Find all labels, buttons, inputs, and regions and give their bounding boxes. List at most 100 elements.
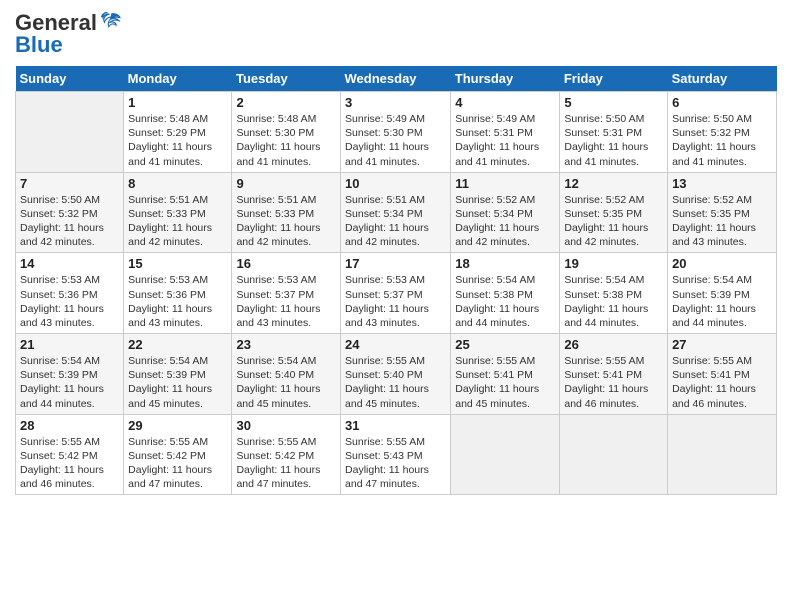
page: General Blue SundayMondayTuesdayWednesda… xyxy=(0,0,792,505)
day-number: 4 xyxy=(455,95,555,110)
calendar-cell: 27 Sunrise: 5:55 AM Sunset: 5:41 PM Dayli… xyxy=(668,334,777,415)
day-number: 29 xyxy=(128,418,227,433)
calendar-cell xyxy=(668,414,777,495)
day-info: Sunrise: 5:50 AM Sunset: 5:32 PM Dayligh… xyxy=(20,193,119,250)
calendar-cell: 6Sunrise: 5:50 AM Sunset: 5:32 PM Daylig… xyxy=(668,92,777,173)
day-info: Sunrise: 5:48 AM Sunset: 5:29 PM Dayligh… xyxy=(128,112,227,169)
header-saturday: Saturday xyxy=(668,66,777,92)
day-info: Sunrise: 5:49 AM Sunset: 5:31 PM Dayligh… xyxy=(455,112,555,169)
day-info: Sunrise: 5:52 AM Sunset: 5:35 PM Dayligh… xyxy=(564,193,663,250)
day-number: 2 xyxy=(236,95,336,110)
day-info: Sunrise: 5:53 AM Sunset: 5:37 PM Dayligh… xyxy=(236,273,336,330)
day-number: 8 xyxy=(128,176,227,191)
calendar-cell: 30 Sunrise: 5:55 AM Sunset: 5:42 PM Dayli… xyxy=(232,414,341,495)
day-info: Sunrise: 5:50 AM Sunset: 5:31 PM Dayligh… xyxy=(564,112,663,169)
calendar-cell xyxy=(16,92,124,173)
calendar-cell: 25Sunrise: 5:55 AM Sunset: 5:41 PM Dayli… xyxy=(451,334,560,415)
day-info: Sunrise: 5:52 AM Sunset: 5:35 PM Dayligh… xyxy=(672,193,772,250)
day-number: 9 xyxy=(236,176,336,191)
header-thursday: Thursday xyxy=(451,66,560,92)
day-number: 5 xyxy=(564,95,663,110)
day-info: Sunrise: 5:51 AM Sunset: 5:33 PM Dayligh… xyxy=(128,193,227,250)
day-info: Sunrise: 5:55 AM Sunset: 5:41 PM Dayligh… xyxy=(564,354,663,411)
calendar-cell: 31 Sunrise: 5:55 AM Sunset: 5:43 PM Dayli… xyxy=(341,414,451,495)
calendar-cell: 20 Sunrise: 5:54 AM Sunset: 5:39 PM Dayli… xyxy=(668,253,777,334)
calendar-cell: 5 Sunrise: 5:50 AM Sunset: 5:31 PM Daylig… xyxy=(560,92,668,173)
calendar-cell: 23Sunrise: 5:54 AM Sunset: 5:40 PM Dayli… xyxy=(232,334,341,415)
day-number: 22 xyxy=(128,337,227,352)
day-info: Sunrise: 5:49 AM Sunset: 5:30 PM Dayligh… xyxy=(345,112,446,169)
calendar-week-3: 21 Sunrise: 5:54 AM Sunset: 5:39 PM Dayli… xyxy=(16,334,777,415)
day-info: Sunrise: 5:55 AM Sunset: 5:41 PM Dayligh… xyxy=(672,354,772,411)
calendar-cell: 22 Sunrise: 5:54 AM Sunset: 5:39 PM Dayli… xyxy=(124,334,232,415)
calendar-cell: 13 Sunrise: 5:52 AM Sunset: 5:35 PM Dayli… xyxy=(668,172,777,253)
calendar-cell: 4 Sunrise: 5:49 AM Sunset: 5:31 PM Daylig… xyxy=(451,92,560,173)
day-info: Sunrise: 5:55 AM Sunset: 5:41 PM Dayligh… xyxy=(455,354,555,411)
calendar-cell: 26Sunrise: 5:55 AM Sunset: 5:41 PM Dayli… xyxy=(560,334,668,415)
day-info: Sunrise: 5:53 AM Sunset: 5:37 PM Dayligh… xyxy=(345,273,446,330)
day-number: 20 xyxy=(672,256,772,271)
day-number: 10 xyxy=(345,176,446,191)
day-number: 14 xyxy=(20,256,119,271)
header-wednesday: Wednesday xyxy=(341,66,451,92)
calendar-cell: 14 Sunrise: 5:53 AM Sunset: 5:36 PM Dayli… xyxy=(16,253,124,334)
day-info: Sunrise: 5:54 AM Sunset: 5:38 PM Dayligh… xyxy=(455,273,555,330)
header-sunday: Sunday xyxy=(16,66,124,92)
day-number: 23 xyxy=(236,337,336,352)
calendar-table: SundayMondayTuesdayWednesdayThursdayFrid… xyxy=(15,66,777,495)
day-info: Sunrise: 5:53 AM Sunset: 5:36 PM Dayligh… xyxy=(128,273,227,330)
day-info: Sunrise: 5:53 AM Sunset: 5:36 PM Dayligh… xyxy=(20,273,119,330)
day-number: 19 xyxy=(564,256,663,271)
day-info: Sunrise: 5:52 AM Sunset: 5:34 PM Dayligh… xyxy=(455,193,555,250)
calendar-cell xyxy=(560,414,668,495)
day-number: 3 xyxy=(345,95,446,110)
header: General Blue xyxy=(15,10,777,58)
day-info: Sunrise: 5:55 AM Sunset: 5:42 PM Dayligh… xyxy=(20,435,119,492)
day-info: Sunrise: 5:54 AM Sunset: 5:39 PM Dayligh… xyxy=(672,273,772,330)
calendar-cell: 18 Sunrise: 5:54 AM Sunset: 5:38 PM Dayli… xyxy=(451,253,560,334)
day-number: 31 xyxy=(345,418,446,433)
day-info: Sunrise: 5:51 AM Sunset: 5:34 PM Dayligh… xyxy=(345,193,446,250)
logo-bird-icon xyxy=(100,12,122,34)
calendar-week-4: 28Sunrise: 5:55 AM Sunset: 5:42 PM Dayli… xyxy=(16,414,777,495)
calendar-week-2: 14 Sunrise: 5:53 AM Sunset: 5:36 PM Dayli… xyxy=(16,253,777,334)
day-number: 30 xyxy=(236,418,336,433)
calendar-cell xyxy=(451,414,560,495)
calendar-cell: 2 Sunrise: 5:48 AM Sunset: 5:30 PM Daylig… xyxy=(232,92,341,173)
calendar-cell: 1 Sunrise: 5:48 AM Sunset: 5:29 PM Daylig… xyxy=(124,92,232,173)
header-friday: Friday xyxy=(560,66,668,92)
logo: General Blue xyxy=(15,10,122,58)
day-number: 13 xyxy=(672,176,772,191)
logo-blue-text: Blue xyxy=(15,32,63,58)
day-number: 1 xyxy=(128,95,227,110)
calendar-cell: 21 Sunrise: 5:54 AM Sunset: 5:39 PM Dayli… xyxy=(16,334,124,415)
day-number: 12 xyxy=(564,176,663,191)
day-number: 24 xyxy=(345,337,446,352)
calendar-cell: 28Sunrise: 5:55 AM Sunset: 5:42 PM Dayli… xyxy=(16,414,124,495)
day-info: Sunrise: 5:55 AM Sunset: 5:42 PM Dayligh… xyxy=(236,435,336,492)
day-number: 27 xyxy=(672,337,772,352)
calendar-cell: 12 Sunrise: 5:52 AM Sunset: 5:35 PM Dayli… xyxy=(560,172,668,253)
day-info: Sunrise: 5:51 AM Sunset: 5:33 PM Dayligh… xyxy=(236,193,336,250)
day-number: 16 xyxy=(236,256,336,271)
day-number: 18 xyxy=(455,256,555,271)
calendar-cell: 19 Sunrise: 5:54 AM Sunset: 5:38 PM Dayli… xyxy=(560,253,668,334)
day-number: 21 xyxy=(20,337,119,352)
day-info: Sunrise: 5:54 AM Sunset: 5:39 PM Dayligh… xyxy=(128,354,227,411)
calendar-week-0: 1 Sunrise: 5:48 AM Sunset: 5:29 PM Daylig… xyxy=(16,92,777,173)
day-info: Sunrise: 5:54 AM Sunset: 5:38 PM Dayligh… xyxy=(564,273,663,330)
day-info: Sunrise: 5:55 AM Sunset: 5:42 PM Dayligh… xyxy=(128,435,227,492)
day-info: Sunrise: 5:55 AM Sunset: 5:43 PM Dayligh… xyxy=(345,435,446,492)
day-number: 17 xyxy=(345,256,446,271)
header-tuesday: Tuesday xyxy=(232,66,341,92)
calendar-cell: 10 Sunrise: 5:51 AM Sunset: 5:34 PM Dayli… xyxy=(341,172,451,253)
calendar-cell: 3 Sunrise: 5:49 AM Sunset: 5:30 PM Daylig… xyxy=(341,92,451,173)
day-number: 11 xyxy=(455,176,555,191)
calendar-cell: 9 Sunrise: 5:51 AM Sunset: 5:33 PM Daylig… xyxy=(232,172,341,253)
calendar-cell: 7Sunrise: 5:50 AM Sunset: 5:32 PM Daylig… xyxy=(16,172,124,253)
calendar-cell: 29 Sunrise: 5:55 AM Sunset: 5:42 PM Dayli… xyxy=(124,414,232,495)
day-info: Sunrise: 5:48 AM Sunset: 5:30 PM Dayligh… xyxy=(236,112,336,169)
day-number: 15 xyxy=(128,256,227,271)
day-info: Sunrise: 5:54 AM Sunset: 5:39 PM Dayligh… xyxy=(20,354,119,411)
calendar-cell: 15 Sunrise: 5:53 AM Sunset: 5:36 PM Dayli… xyxy=(124,253,232,334)
